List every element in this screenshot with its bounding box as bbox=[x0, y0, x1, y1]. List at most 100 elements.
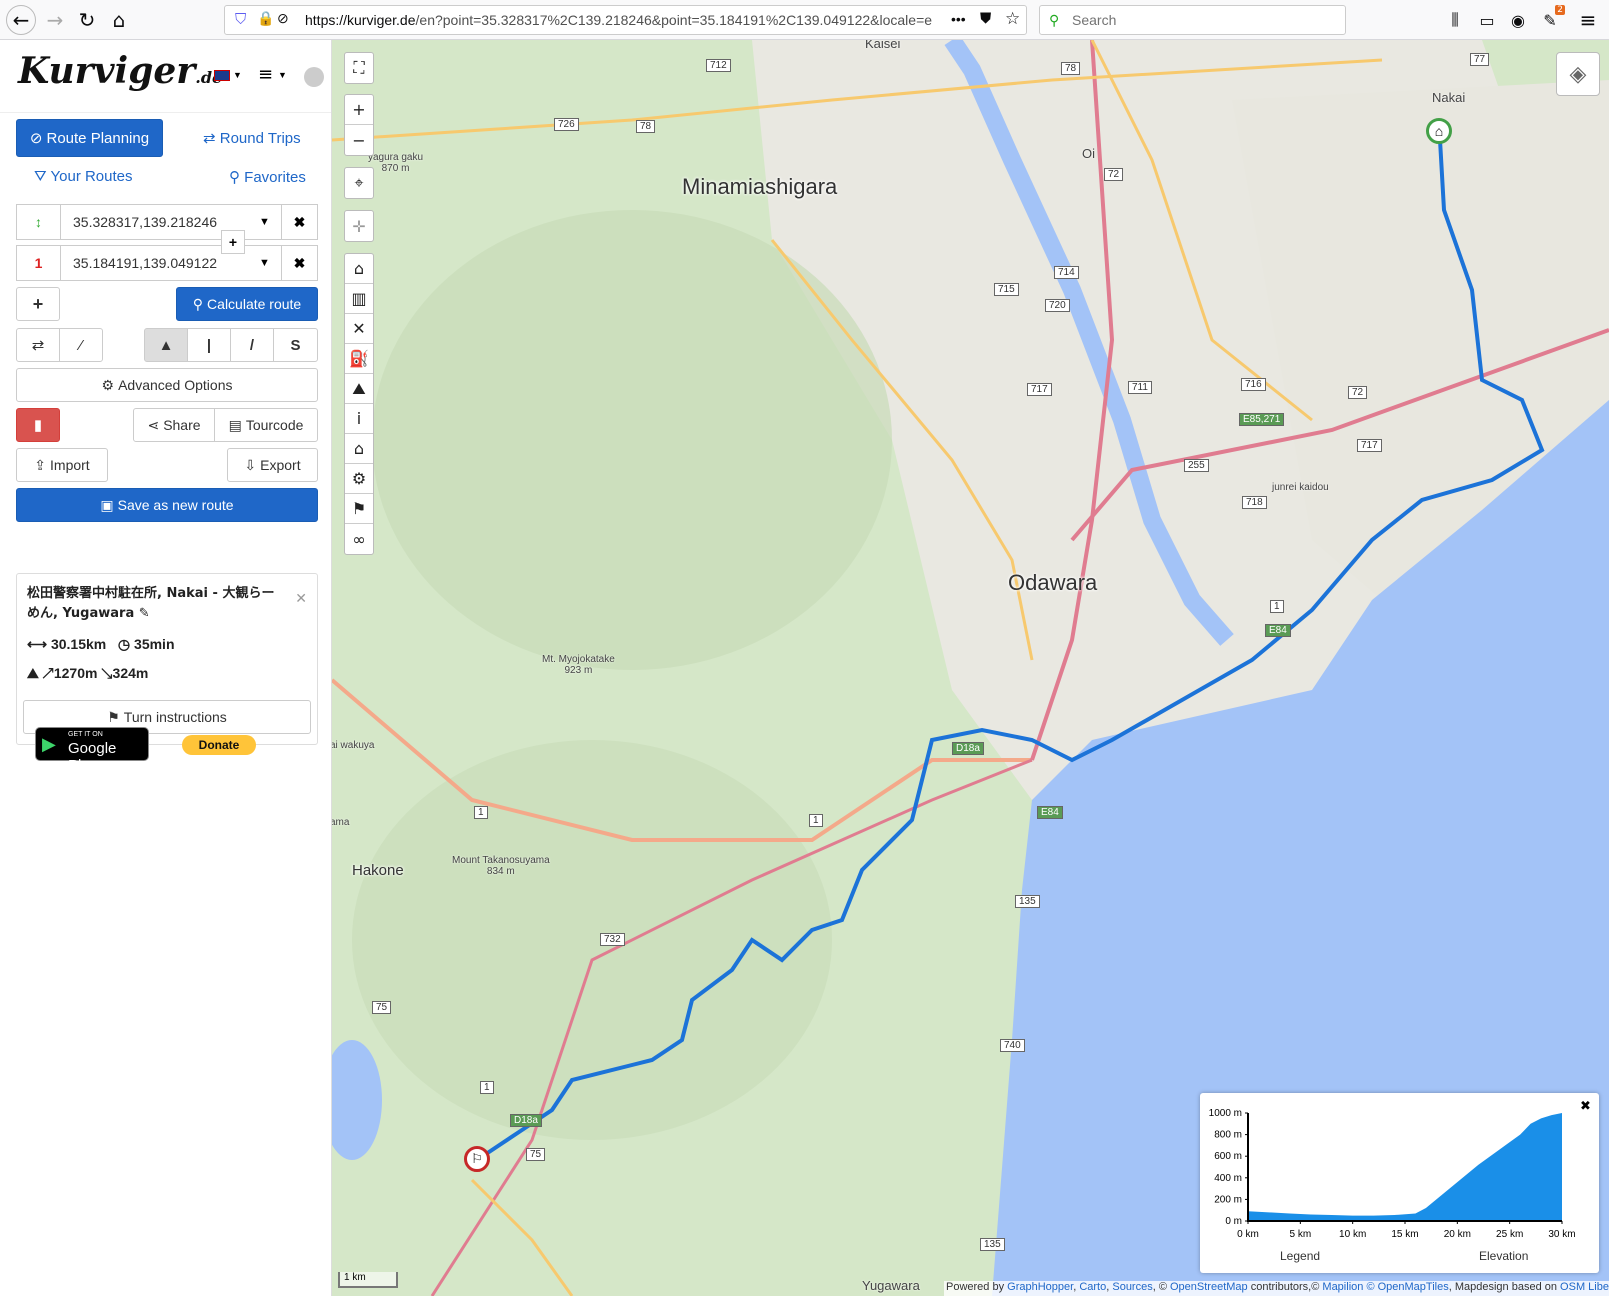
page-actions-icon[interactable]: ••• bbox=[951, 11, 966, 27]
road-shield: 1 bbox=[1270, 600, 1284, 613]
delete-route-button[interactable]: ▮ bbox=[16, 408, 60, 442]
waypoint-end-row: 1 35.184191,139.049122 ▼ ✖ bbox=[16, 245, 318, 281]
magic-wand-button[interactable]: ⁄ bbox=[59, 328, 103, 362]
route-type-curvy[interactable]: / bbox=[230, 328, 274, 362]
chevron-down-icon[interactable]: ▼ bbox=[278, 70, 287, 80]
back-icon[interactable]: ← bbox=[6, 5, 36, 35]
layers-control-icon[interactable]: ◈ bbox=[1556, 52, 1600, 96]
chevron-down-icon[interactable]: ▼ bbox=[233, 70, 242, 80]
elevation-legend-label[interactable]: Legend bbox=[1280, 1249, 1320, 1263]
tab-route-planning[interactable]: ⊘ Route Planning bbox=[16, 119, 163, 157]
drag-handle-icon[interactable]: ↕ bbox=[17, 205, 61, 239]
language-flag-icon[interactable] bbox=[214, 70, 230, 81]
user-avatar[interactable] bbox=[304, 67, 324, 87]
target-control[interactable]: ✛ bbox=[344, 210, 374, 242]
remove-waypoint-icon[interactable]: ✖ bbox=[281, 246, 317, 280]
search-input[interactable]: ⚲ Search bbox=[1039, 5, 1346, 35]
info-icon[interactable]: i bbox=[345, 404, 373, 434]
tab-round-trips[interactable]: ⇄ Round Trips bbox=[203, 129, 301, 147]
flag-icon[interactable]: ⚑ bbox=[345, 494, 373, 524]
share-icon: ⋖ bbox=[147, 416, 160, 433]
gear-icon: ⚙ bbox=[101, 376, 115, 393]
fuel-icon[interactable]: ⛽ bbox=[345, 344, 373, 374]
end-marker-flag-icon[interactable]: ⚐ bbox=[464, 1146, 490, 1172]
waypoint-number[interactable]: 1 bbox=[17, 246, 61, 280]
map-icon[interactable]: ▥ bbox=[345, 284, 373, 314]
compass-icon: ⊘ bbox=[29, 130, 43, 147]
start-marker-home-icon[interactable]: ⌂ bbox=[1426, 118, 1452, 144]
insert-waypoint-button[interactable]: + bbox=[221, 230, 245, 254]
google-play-badge[interactable]: ▶ GET IT ON Google Play bbox=[35, 727, 149, 774]
tab-your-routes[interactable]: ⛛ Your Routes bbox=[34, 168, 133, 185]
library-icon[interactable]: ⫼ bbox=[1440, 5, 1470, 35]
calculate-route-button[interactable]: ⚲ Calculate route bbox=[176, 287, 318, 321]
attribution-link[interactable]: Mapilion bbox=[1322, 1281, 1363, 1293]
share-button[interactable]: ⋖ Share bbox=[133, 408, 215, 442]
fullscreen-control[interactable]: ⛶ bbox=[344, 52, 374, 84]
route-type-extra-curvy[interactable]: S bbox=[273, 328, 318, 362]
hamburger-menu-icon[interactable]: ≡ bbox=[258, 64, 273, 85]
elevation-chart-panel: ✖ 1000 m 800 m 600 m 400 m 200 m0 m0 km 5 km 1… bbox=[1200, 1093, 1599, 1273]
chevron-down-icon[interactable]: ▼ bbox=[247, 246, 281, 280]
route-type-straight[interactable]: | bbox=[187, 328, 231, 362]
road-shield: 1 bbox=[480, 1081, 494, 1094]
attribution-link[interactable]: GraphHopper bbox=[1007, 1281, 1073, 1293]
x-tick-label: 5 km bbox=[1289, 1229, 1311, 1240]
pocket-icon[interactable]: ⛊ bbox=[980, 10, 991, 27]
import-button[interactable]: ⇪ Import bbox=[16, 448, 108, 482]
reverse-route-button[interactable]: ⇄ bbox=[16, 328, 60, 362]
waypoint-end-input[interactable]: 35.184191,139.049122 bbox=[61, 246, 247, 280]
forward-icon[interactable]: → bbox=[40, 5, 70, 35]
reload-icon[interactable]: ↻ bbox=[72, 5, 102, 35]
save-route-button[interactable]: ▣ Save as new route bbox=[16, 488, 318, 522]
waypoint-start-input[interactable]: 35.328317,139.218246 bbox=[61, 205, 247, 239]
sidebar-toggle-icon[interactable]: ▭ bbox=[1472, 5, 1502, 35]
attribution-link[interactable]: OSM Liberty bbox=[1560, 1281, 1609, 1293]
menu-icon[interactable]: ≡ bbox=[1573, 5, 1603, 35]
gear-icon[interactable]: ⚙ bbox=[345, 464, 373, 494]
zoom-out-button[interactable]: − bbox=[345, 125, 373, 155]
elevation-area-series[interactable] bbox=[1248, 1113, 1562, 1221]
attribution-link[interactable]: Carto bbox=[1079, 1281, 1106, 1293]
zoom-in-button[interactable]: + bbox=[345, 95, 373, 125]
x-tick-label: 15 km bbox=[1391, 1229, 1418, 1240]
donate-button[interactable]: Donate bbox=[182, 735, 256, 755]
remove-waypoint-icon[interactable]: ✖ bbox=[281, 205, 317, 239]
place-label-odawara: Odawara bbox=[1008, 570, 1098, 595]
bookmark-star-icon[interactable]: ☆ bbox=[1005, 9, 1020, 29]
binoculars-icon[interactable]: ∞ bbox=[345, 524, 373, 554]
account-icon[interactable]: ◉ bbox=[1503, 5, 1533, 35]
attribution-link[interactable]: Sources bbox=[1112, 1281, 1152, 1293]
mountain-icon[interactable]: ⛰ bbox=[345, 374, 373, 404]
tourcode-button[interactable]: ▤ Tourcode bbox=[214, 408, 318, 442]
route-stats: ⟷ 30.15km ◷ 35min bbox=[27, 636, 175, 653]
x-tick-label: 20 km bbox=[1444, 1229, 1471, 1240]
advanced-options-button[interactable]: ⚙ Advanced Options bbox=[16, 368, 318, 402]
tab-favorites[interactable]: ⚲ Favorites bbox=[229, 168, 306, 186]
crosshairs-icon[interactable]: ⌖ bbox=[345, 168, 373, 198]
road-shield: 732 bbox=[600, 933, 625, 946]
attribution-link[interactable]: OpenStreetMap bbox=[1170, 1281, 1248, 1293]
extension-icon[interactable]: ✎ 2 bbox=[1535, 5, 1565, 35]
url-bar[interactable]: ⛉ 🔒 ⊘ https://kurviger.de/en?point=35.32… bbox=[224, 5, 1027, 35]
add-waypoint-button[interactable]: + bbox=[16, 287, 60, 321]
trash-icon: ▮ bbox=[33, 417, 43, 434]
export-button[interactable]: ⇩ Export bbox=[227, 448, 318, 482]
museum-icon[interactable]: ⌂ bbox=[345, 434, 373, 464]
home-icon[interactable]: ⌂ bbox=[104, 5, 134, 35]
road-shield: 740 bbox=[1000, 1039, 1025, 1052]
logo[interactable]: Kurviger.de bbox=[18, 50, 222, 92]
attribution-link[interactable]: © OpenMapTiles bbox=[1366, 1281, 1448, 1293]
road-shield: 135 bbox=[1015, 895, 1040, 908]
close-icon[interactable]: ✕ bbox=[295, 590, 307, 607]
search-icon: ⚲ bbox=[1049, 12, 1060, 28]
expand-icon[interactable]: ✕ bbox=[345, 314, 373, 344]
target-icon[interactable]: ✛ bbox=[345, 211, 373, 241]
edit-icon[interactable]: ✎ bbox=[139, 606, 150, 621]
road-shield: E85,271 bbox=[1239, 413, 1285, 426]
home-icon[interactable]: ⌂ bbox=[345, 254, 373, 284]
fullscreen-icon[interactable]: ⛶ bbox=[345, 53, 373, 83]
route-type-fastest[interactable]: ▲ bbox=[144, 328, 188, 362]
chevron-down-icon[interactable]: ▼ bbox=[247, 205, 281, 239]
locate-control[interactable]: ⌖ bbox=[344, 167, 374, 199]
